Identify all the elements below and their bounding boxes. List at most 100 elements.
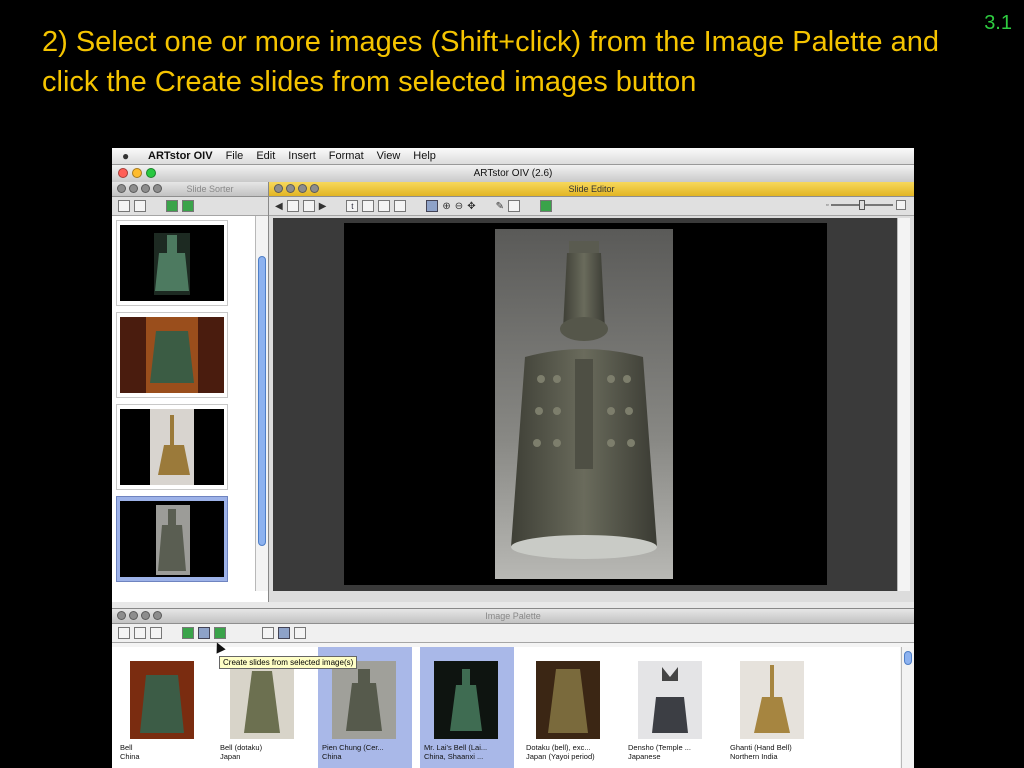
menu-insert[interactable]: Insert <box>288 150 316 162</box>
image-info-icon[interactable] <box>150 627 162 639</box>
zoom-out-icon[interactable]: ⊖ <box>455 201 463 212</box>
panel-option-button[interactable] <box>153 184 162 193</box>
palette-item[interactable]: Ghanti (Hand Bell) Northern India <box>726 647 820 768</box>
bell-thumbnail <box>536 661 600 739</box>
new-slide-icon[interactable] <box>118 200 130 212</box>
palette-item-label: Bell (dotaku) Japan <box>220 743 263 761</box>
window-titlebar: ARTstor OIV (2.6) <box>112 165 914 183</box>
slide-editor-panel: Slide Editor ◀ ▶ t ⊕ ⊖ ✥ ✎ ▫ <box>269 182 914 602</box>
panel-zoom-button[interactable] <box>141 184 150 193</box>
text-tool-icon[interactable]: t <box>346 200 359 212</box>
zoom-window-button[interactable] <box>146 168 156 178</box>
minimize-window-button[interactable] <box>132 168 142 178</box>
palette-item-selected[interactable]: Mr. Lai's Bell (Lai... China, Shaanxi ... <box>420 647 514 768</box>
thumbnail-view-icon[interactable] <box>278 627 290 639</box>
slide-note-icon[interactable] <box>166 200 178 212</box>
image-palette-scrollbar[interactable] <box>901 647 914 768</box>
zoom-slider-knob[interactable] <box>859 200 866 210</box>
menu-edit[interactable]: Edit <box>256 150 275 162</box>
create-slides-tooltip: Create slides from selected image(s) <box>219 656 358 669</box>
bell-image <box>156 505 190 575</box>
slide-edit-icon[interactable] <box>182 200 194 212</box>
next-slide-icon[interactable]: ▶ <box>319 201 327 212</box>
slide-sorter-scroll-thumb[interactable] <box>258 256 266 546</box>
next-slide-page-icon[interactable] <box>302 200 315 212</box>
slide-editor-scrollbar[interactable] <box>897 218 910 591</box>
menu-bar: ● ARTstor OIV File Edit Insert Format Vi… <box>112 148 914 165</box>
frame-tool-icon[interactable] <box>362 200 375 212</box>
close-window-button[interactable] <box>118 168 128 178</box>
image-note-icon[interactable] <box>182 627 194 639</box>
bell-thumbnail <box>130 661 194 739</box>
panel-close-button[interactable] <box>117 611 126 620</box>
note-icon[interactable] <box>539 200 552 212</box>
palette-item[interactable]: Dotaku (bell), exc... Japan (Yayoi period… <box>522 647 616 768</box>
bell-image <box>150 409 194 485</box>
shape-tool-icon[interactable] <box>394 200 407 212</box>
palette-item-label: Ghanti (Hand Bell) Northern India <box>730 743 792 761</box>
app-screenshot: ● ARTstor OIV File Edit Insert Format Vi… <box>112 148 914 768</box>
bell-image <box>511 241 657 559</box>
list-view-icon[interactable] <box>294 627 306 639</box>
window-title: ARTstor OIV (2.6) <box>473 168 553 179</box>
slide-sorter-toolbar <box>112 197 268 216</box>
first-slide-icon[interactable]: ◀ <box>275 201 283 212</box>
pen-icon[interactable]: ✎ <box>496 201 504 212</box>
duplicate-slide-icon[interactable] <box>134 200 146 212</box>
zoom-slider[interactable]: ▫ <box>826 200 906 210</box>
palette-item-label: Densho (Temple ... Japanese <box>628 743 691 761</box>
slide-editor-toolbar: ◀ ▶ t ⊕ ⊖ ✥ ✎ ▫ <box>269 197 914 216</box>
palette-item[interactable]: Densho (Temple ... Japanese <box>624 647 718 768</box>
slide-sorter-scrollbar[interactable] <box>255 216 268 591</box>
pan-icon[interactable]: ✥ <box>467 201 475 212</box>
menu-help[interactable]: Help <box>413 150 436 162</box>
search-images-icon[interactable] <box>134 627 146 639</box>
palette-item-label: Pien Chung (Cer... China <box>322 743 384 761</box>
import-images-icon[interactable] <box>118 627 130 639</box>
bell-thumbnail <box>332 661 396 739</box>
panel-option-button[interactable] <box>310 184 319 193</box>
grid-view-icon[interactable] <box>262 627 274 639</box>
image-palette-toolbar <box>112 624 914 643</box>
bell-thumbnail <box>740 661 804 739</box>
pointer-tool-icon[interactable] <box>426 200 439 212</box>
fit-icon[interactable] <box>896 200 906 210</box>
slide-sorter-panel: Slide Sorter <box>112 182 269 602</box>
slide-sorter-header: Slide Sorter <box>112 182 268 197</box>
create-slides-button[interactable] <box>198 627 210 639</box>
slide-thumbnail-selected[interactable] <box>116 496 228 582</box>
slide-thumbnail[interactable] <box>116 220 228 306</box>
bell-image <box>154 233 190 295</box>
image-edit-icon[interactable] <box>214 627 226 639</box>
palette-item-label: Mr. Lai's Bell (Lai... China, Shaanxi ... <box>424 743 488 761</box>
bell-image <box>120 317 224 393</box>
panel-zoom-button[interactable] <box>141 611 150 620</box>
slide-editor-header: Slide Editor <box>269 182 914 197</box>
slide-thumbnail[interactable] <box>116 312 228 398</box>
palette-item-label: Dotaku (bell), exc... Japan (Yayoi period… <box>526 743 595 761</box>
menu-file[interactable]: File <box>226 150 244 162</box>
panel-minimize-button[interactable] <box>129 611 138 620</box>
bell-thumbnail <box>638 661 702 739</box>
caption-icon[interactable] <box>507 200 520 212</box>
panel-option-button[interactable] <box>153 611 162 620</box>
panel-close-button[interactable] <box>117 184 126 193</box>
panel-zoom-button[interactable] <box>298 184 307 193</box>
slide-sorter-list[interactable] <box>112 216 256 601</box>
apple-icon[interactable]: ● <box>122 150 134 162</box>
menu-view[interactable]: View <box>377 150 401 162</box>
menu-format[interactable]: Format <box>329 150 364 162</box>
palette-item[interactable]: Bell China <box>116 647 210 768</box>
previous-slide-icon[interactable] <box>286 200 299 212</box>
slide-canvas[interactable] <box>273 218 898 591</box>
panel-close-button[interactable] <box>274 184 283 193</box>
image-palette-scroll-thumb[interactable] <box>904 651 912 665</box>
image-tool-icon[interactable] <box>378 200 391 212</box>
panel-minimize-button[interactable] <box>286 184 295 193</box>
slide-thumbnail[interactable] <box>116 404 228 490</box>
zoom-in-icon[interactable]: ⊕ <box>442 201 450 212</box>
menu-app[interactable]: ARTstor OIV <box>148 150 213 162</box>
panel-minimize-button[interactable] <box>129 184 138 193</box>
image-palette-header: Image Palette <box>112 609 914 624</box>
bell-thumbnail <box>434 661 498 739</box>
